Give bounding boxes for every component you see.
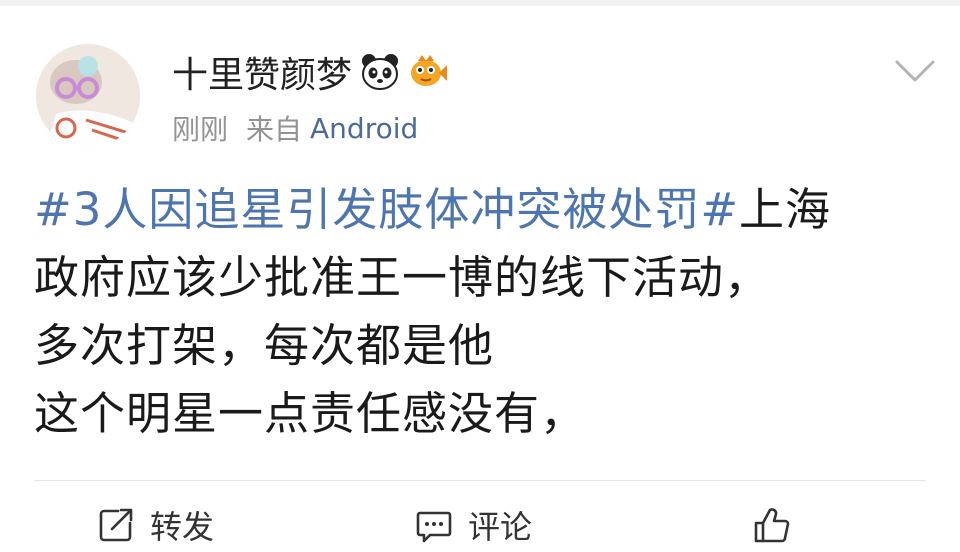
divider xyxy=(34,480,926,481)
hashtag-link[interactable]: #3人因追星引发肢体冲突被处罚# xyxy=(34,183,739,236)
post-text: #3人因追星引发肢体冲突被处罚#上海 政府应该少批准王一博的线下活动， 多次打架… xyxy=(34,176,934,448)
post-time: 刚刚 xyxy=(172,113,229,146)
post-line-2: 政府应该少批准王一博的线下活动， xyxy=(34,251,771,304)
like-button[interactable] xyxy=(752,498,806,552)
top-separator xyxy=(0,0,960,6)
panda-icon xyxy=(360,52,400,92)
weibo-post-card: 十里赞颜梦 刚刚 来自 Android #3人因追星引发肢体冲突被处罚#上海 政… xyxy=(0,0,960,552)
post-line-4: 这个明星一点责任感没有， xyxy=(34,387,587,440)
username[interactable]: 十里赞颜梦 xyxy=(172,46,448,98)
comment-button[interactable]: 评论 xyxy=(414,498,532,552)
comment-label: 评论 xyxy=(468,508,533,546)
repost-label: 转发 xyxy=(150,508,215,546)
thumbs-up-icon xyxy=(754,508,790,543)
post-device[interactable]: Android xyxy=(310,112,418,145)
repost-button[interactable]: 转发 xyxy=(96,498,214,552)
chevron-down-icon[interactable] xyxy=(893,54,937,88)
comment-icon xyxy=(416,511,452,543)
post-line-1-text: 上海 xyxy=(739,183,832,236)
post-line-3: 多次打架，每次都是他 xyxy=(34,319,495,372)
avatar-image xyxy=(36,44,140,148)
avatar[interactable] xyxy=(36,44,140,148)
post-source-label: 来自 xyxy=(246,113,303,146)
username-text[interactable]: 十里赞颜梦 xyxy=(172,46,352,98)
post-line-1: #3人因追星引发肢体冲突被处罚#上海 xyxy=(34,176,934,244)
action-bar: 转发 评论 xyxy=(0,498,960,552)
post-meta: 刚刚 来自 Android xyxy=(172,108,418,148)
repost-icon xyxy=(99,508,133,542)
fish-icon xyxy=(408,52,448,92)
